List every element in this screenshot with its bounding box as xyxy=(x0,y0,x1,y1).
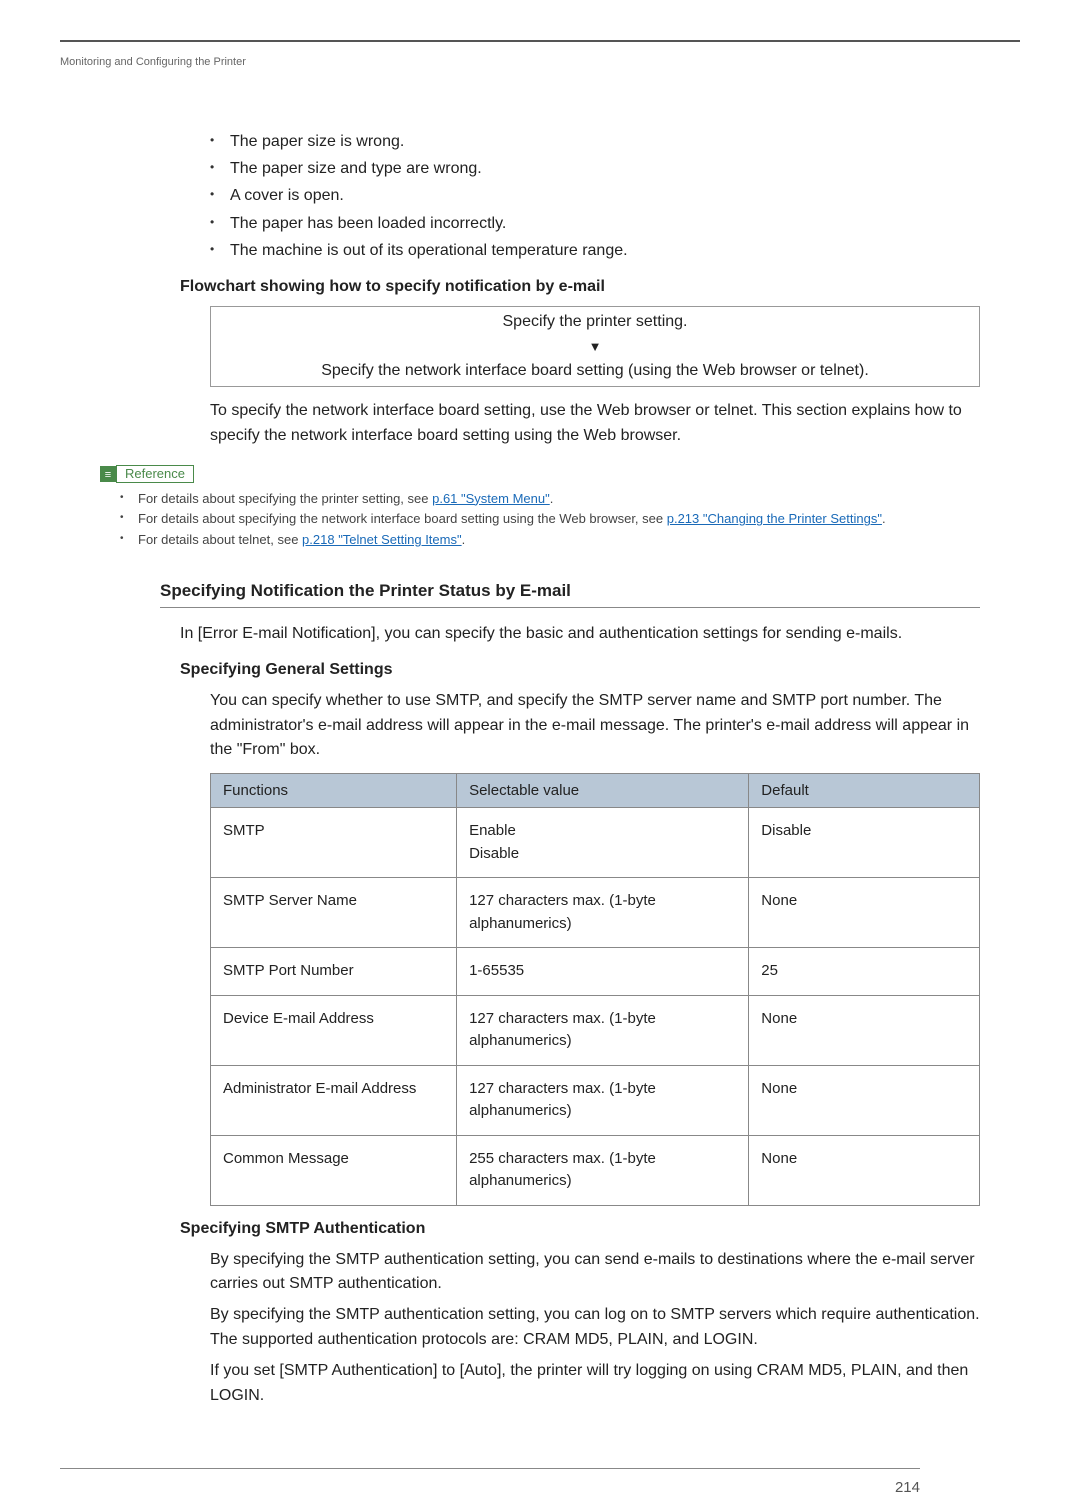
list-item: A cover is open. xyxy=(210,182,980,209)
smtp-auth-para-1: By specifying the SMTP authentication se… xyxy=(210,1248,980,1298)
cell-default: None xyxy=(749,1065,980,1135)
list-item: The paper size and type are wrong. xyxy=(210,155,980,182)
flowchart-heading: Flowchart showing how to specify notific… xyxy=(180,278,980,296)
list-item: The paper size is wrong. xyxy=(210,128,980,155)
smtp-auth-para-3: If you set [SMTP Authentication] to [Aut… xyxy=(210,1359,980,1409)
cell-default: None xyxy=(749,878,980,948)
cell-function: SMTP Port Number xyxy=(211,948,457,996)
flow-step-2: Specify the network interface board sett… xyxy=(211,356,979,386)
ref-text: For details about specifying the network… xyxy=(138,511,667,526)
smtp-auth-para-2: By specifying the SMTP authentication se… xyxy=(210,1303,980,1353)
smtp-auth-heading: Specifying SMTP Authentication xyxy=(180,1220,980,1238)
cell-default: 25 xyxy=(749,948,980,996)
flow-step-1: Specify the printer setting. xyxy=(211,307,979,337)
ref-text: . xyxy=(462,532,466,547)
cell-value: 127 characters max. (1-byte alphanumeric… xyxy=(457,1065,749,1135)
cell-default: None xyxy=(749,1135,980,1205)
ref-text: For details about telnet, see xyxy=(138,532,302,547)
table-row: Common Message 255 characters max. (1-by… xyxy=(211,1135,980,1205)
cell-function: Administrator E-mail Address xyxy=(211,1065,457,1135)
error-bullet-list: The paper size is wrong. The paper size … xyxy=(210,128,980,264)
col-default: Default xyxy=(749,774,980,808)
reference-box: ≡ Reference xyxy=(100,465,980,483)
reference-icon: ≡ xyxy=(100,466,116,482)
reference-label: Reference xyxy=(116,465,194,483)
ref-text: . xyxy=(882,511,886,526)
table-row: SMTP Port Number 1-65535 25 xyxy=(211,948,980,996)
ref-text: For details about specifying the printer… xyxy=(138,491,432,506)
link-changing-printer-settings[interactable]: p.213 "Changing the Printer Settings" xyxy=(667,511,882,526)
cell-value: 1-65535 xyxy=(457,948,749,996)
list-item: The machine is out of its operational te… xyxy=(210,237,980,264)
cell-value: Enable Disable xyxy=(457,808,749,878)
section-heading-notification: Specifying Notification the Printer Stat… xyxy=(160,581,980,608)
cell-function: SMTP xyxy=(211,808,457,878)
section-intro: In [Error E-mail Notification], you can … xyxy=(180,622,980,647)
flowchart-box: Specify the printer setting. ▼ Specify t… xyxy=(210,306,980,387)
cell-value: 255 characters max. (1-byte alphanumeric… xyxy=(457,1135,749,1205)
list-item: For details about specifying the network… xyxy=(120,509,980,530)
flowchart-note: To specify the network interface board s… xyxy=(210,399,980,449)
breadcrumb: Monitoring and Configuring the Printer xyxy=(60,56,1080,68)
link-system-menu[interactable]: p.61 "System Menu" xyxy=(432,491,550,506)
cell-function: Device E-mail Address xyxy=(211,995,457,1065)
cell-function: Common Message xyxy=(211,1135,457,1205)
cell-default: None xyxy=(749,995,980,1065)
list-item: For details about specifying the printer… xyxy=(120,489,980,510)
link-telnet-setting-items[interactable]: p.218 "Telnet Setting Items" xyxy=(302,532,462,547)
page-number: 214 xyxy=(60,1468,920,1496)
ref-text: . xyxy=(550,491,554,506)
cell-value: 127 characters max. (1-byte alphanumeric… xyxy=(457,995,749,1065)
cell-value: 127 characters max. (1-byte alphanumeric… xyxy=(457,878,749,948)
general-settings-heading: Specifying General Settings xyxy=(180,661,980,679)
table-row: Administrator E-mail Address 127 charact… xyxy=(211,1065,980,1135)
table-row: Device E-mail Address 127 characters max… xyxy=(211,995,980,1065)
general-settings-para: You can specify whether to use SMTP, and… xyxy=(210,689,980,763)
reference-list: For details about specifying the printer… xyxy=(120,489,980,551)
list-item: For details about telnet, see p.218 "Tel… xyxy=(120,530,980,551)
general-settings-table: Functions Selectable value Default SMTP … xyxy=(210,773,980,1206)
list-item: The paper has been loaded incorrectly. xyxy=(210,210,980,237)
col-functions: Functions xyxy=(211,774,457,808)
col-selectable-value: Selectable value xyxy=(457,774,749,808)
cell-function: SMTP Server Name xyxy=(211,878,457,948)
table-row: SMTP Enable Disable Disable xyxy=(211,808,980,878)
table-row: SMTP Server Name 127 characters max. (1-… xyxy=(211,878,980,948)
cell-default: Disable xyxy=(749,808,980,878)
flow-arrow-icon: ▼ xyxy=(211,337,979,356)
